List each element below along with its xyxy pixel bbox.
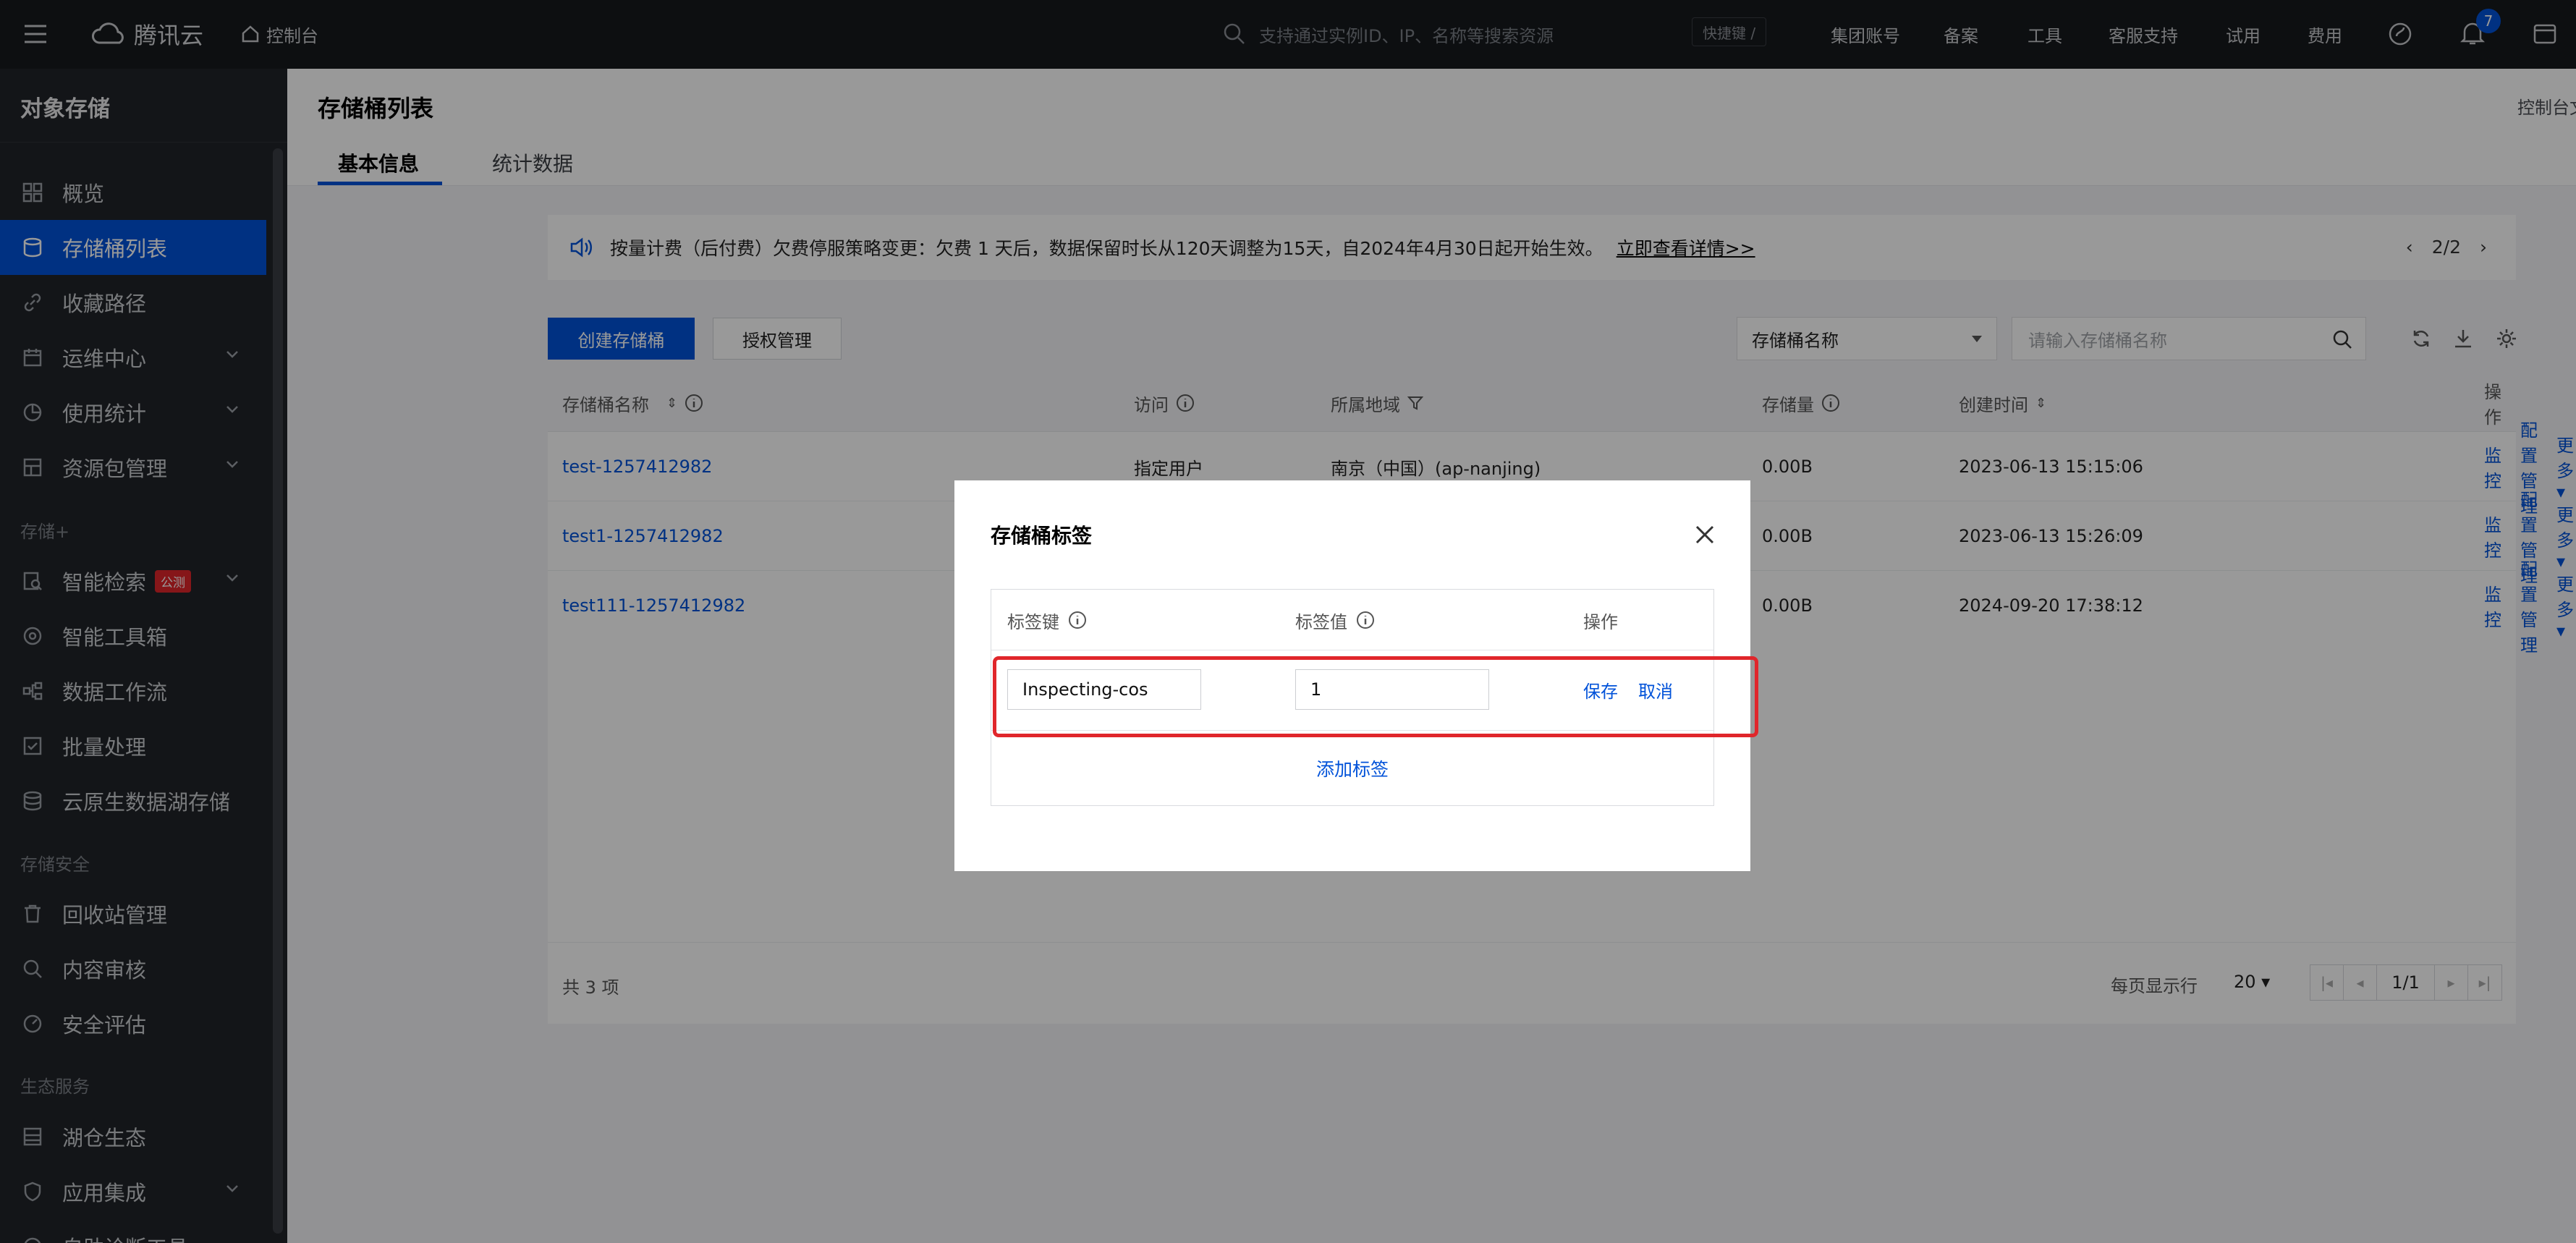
info-icon[interactable] [1068,611,1087,629]
close-icon[interactable] [1694,524,1716,546]
col-tag-key: 标签键 [1007,590,1087,650]
col-tag-value: 标签值 [1295,590,1375,650]
highlight-box [993,656,1758,737]
col-label: 标签值 [1295,611,1347,632]
info-icon[interactable] [1356,611,1375,629]
col-tag-op: 操作 [1583,611,1618,632]
add-tag-button[interactable]: 添加标签 [991,730,1713,807]
tag-table-header: 标签键 标签值 操作 [991,590,1713,650]
dialog-title: 存储桶标签 [991,524,1093,548]
col-label: 标签键 [1007,611,1059,632]
